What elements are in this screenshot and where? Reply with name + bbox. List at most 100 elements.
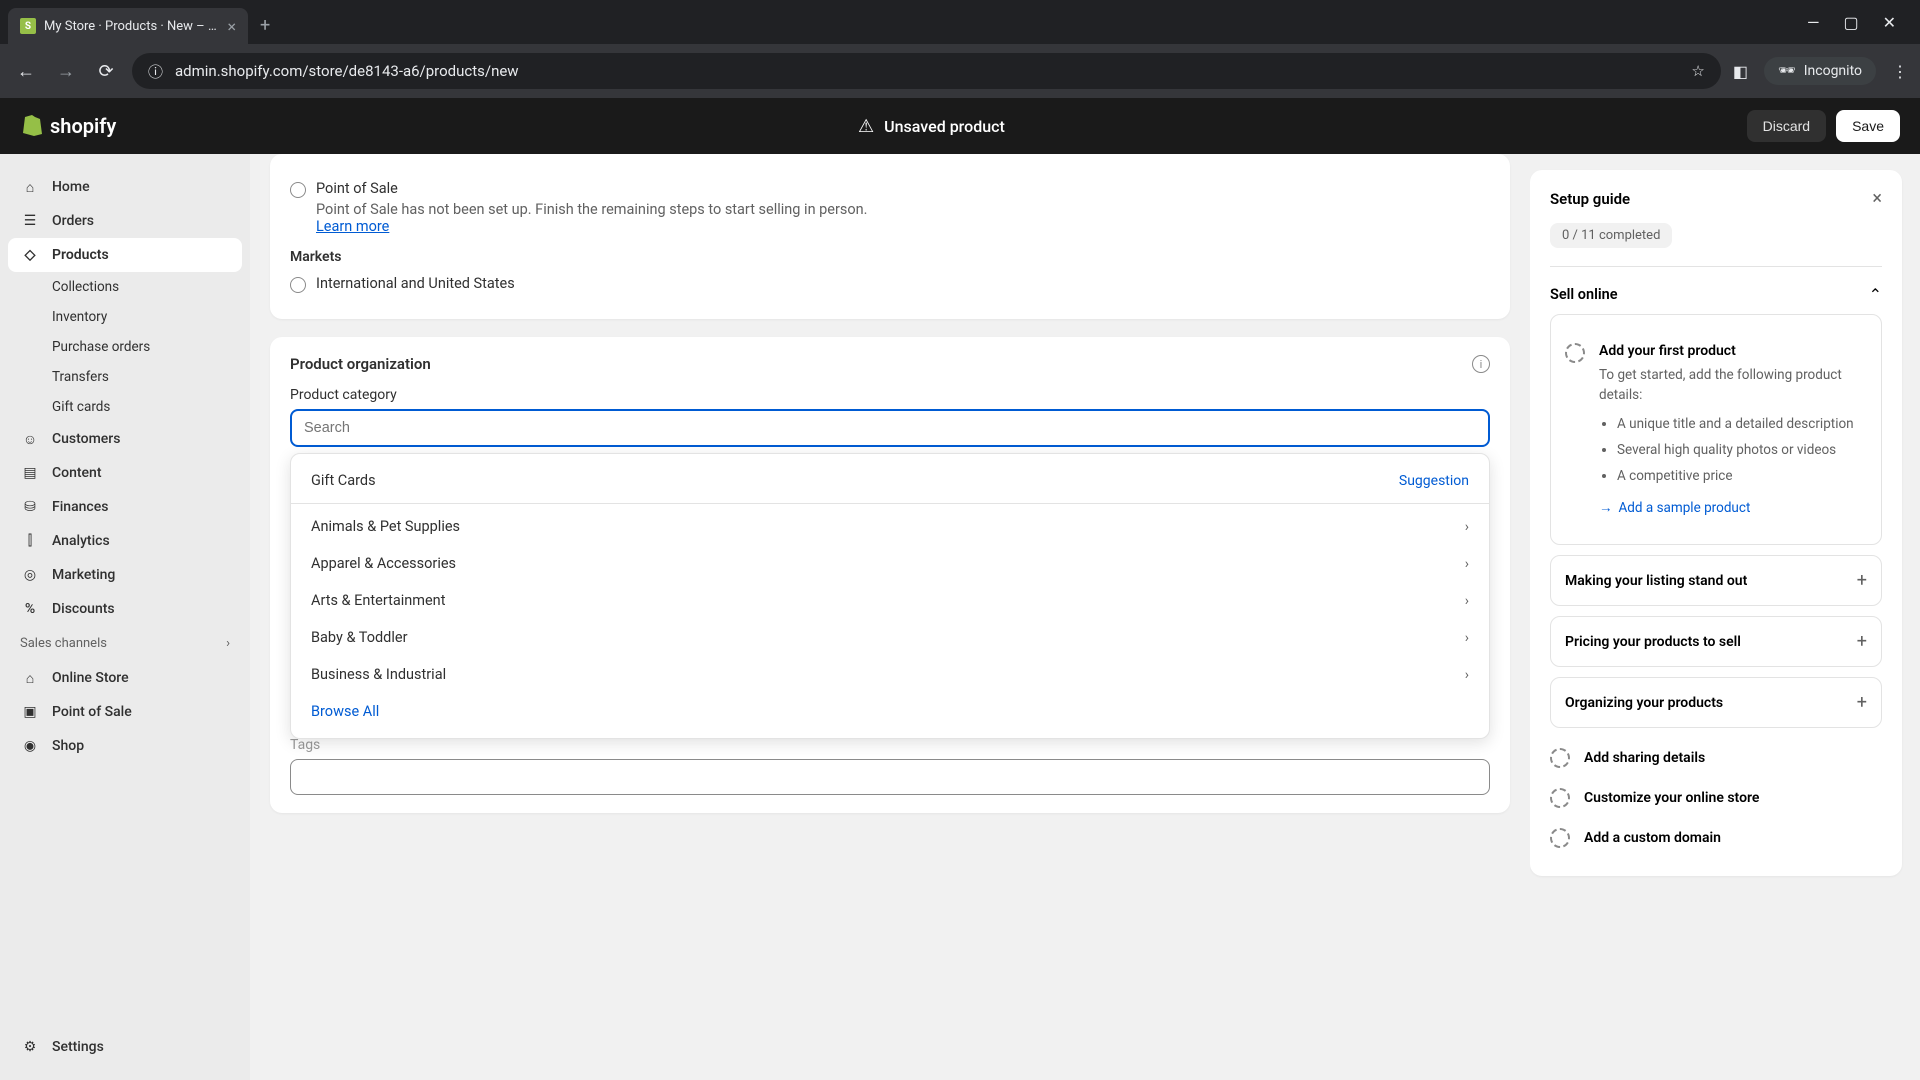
url-bar[interactable]: ⓘ admin.shopify.com/store/de8143-a6/prod… <box>132 53 1721 89</box>
tab-bar: S My Store · Products · New – Sho × + — … <box>0 0 1920 44</box>
suggestion-badge: Suggestion <box>1399 473 1469 489</box>
dropdown-arts[interactable]: Arts & Entertainment › <box>291 582 1489 619</box>
nav-analytics[interactable]: ⫿ Analytics <box>8 524 242 558</box>
chevron-up-icon: ⌃ <box>1869 285 1882 304</box>
task-checkbox[interactable] <box>1550 828 1570 848</box>
task-checkbox[interactable] <box>1550 788 1570 808</box>
incognito-badge[interactable]: 🕶 Incognito <box>1764 57 1876 85</box>
marketing-icon: ◎ <box>20 565 40 585</box>
close-setup-icon[interactable]: × <box>1872 188 1882 209</box>
customize-task[interactable]: Customize your online store <box>1550 778 1882 818</box>
nav-home[interactable]: ⌂ Home <box>8 170 242 204</box>
pos-label: Point of Sale <box>316 180 868 197</box>
dropdown-animals[interactable]: Animals & Pet Supplies › <box>291 508 1489 545</box>
pos-icon: ▣ <box>20 702 40 722</box>
nav-content[interactable]: ▤ Content <box>8 456 242 490</box>
nav-inventory[interactable]: Inventory <box>8 302 242 332</box>
pos-checkbox[interactable] <box>290 182 306 198</box>
learn-more-link[interactable]: Learn more <box>316 218 389 235</box>
nav-online-store[interactable]: ⌂ Online Store <box>8 661 242 695</box>
chevron-right-icon: › <box>1465 593 1469 609</box>
chevron-right-icon: › <box>1465 667 1469 683</box>
extensions-icon[interactable]: ◧ <box>1733 62 1748 81</box>
products-icon: ◇ <box>20 245 40 265</box>
markets-label: Markets <box>290 249 1490 265</box>
chevron-right-icon: › <box>226 636 230 651</box>
back-button[interactable]: ← <box>12 61 40 82</box>
task-checkbox[interactable] <box>1565 343 1585 363</box>
nav-orders[interactable]: ☰ Orders <box>8 204 242 238</box>
domain-task[interactable]: Add a custom domain <box>1550 818 1882 858</box>
shop-icon: ◉ <box>20 736 40 756</box>
organization-title: Product organization <box>290 355 431 373</box>
finances-icon: ⛁ <box>20 497 40 517</box>
nav-point-of-sale[interactable]: ▣ Point of Sale <box>8 695 242 729</box>
setup-guide-title: Setup guide <box>1550 190 1630 208</box>
close-window-icon[interactable]: ✕ <box>1883 13 1896 32</box>
progress-indicator: 0 / 11 completed <box>1550 223 1672 248</box>
nav-finances[interactable]: ⛁ Finances <box>8 490 242 524</box>
chevron-right-icon: › <box>1465 556 1469 572</box>
dropdown-apparel[interactable]: Apparel & Accessories › <box>291 545 1489 582</box>
shopify-favicon: S <box>20 18 36 34</box>
reload-button[interactable]: ⟳ <box>92 61 120 82</box>
nav-shop[interactable]: ◉ Shop <box>8 729 242 763</box>
dropdown-baby[interactable]: Baby & Toddler › <box>291 619 1489 656</box>
browser-tab[interactable]: S My Store · Products · New – Sho × <box>8 8 248 44</box>
markets-checkbox-row[interactable]: International and United States <box>290 275 1490 293</box>
site-info-icon[interactable]: ⓘ <box>148 61 163 82</box>
minimize-icon[interactable]: — <box>1807 13 1820 32</box>
nav-purchase-orders[interactable]: Purchase orders <box>8 332 242 362</box>
dropdown-gift-cards[interactable]: Gift Cards Suggestion <box>291 462 1489 499</box>
bookmark-icon[interactable]: ☆ <box>1691 62 1704 80</box>
save-button[interactable]: Save <box>1836 110 1900 142</box>
organizing-task[interactable]: Organizing your products + <box>1550 677 1882 728</box>
sell-online-section[interactable]: Sell online ⌃ <box>1550 285 1882 304</box>
new-tab-button[interactable]: + <box>248 7 282 44</box>
discard-button[interactable]: Discard <box>1747 110 1826 142</box>
info-icon[interactable]: i <box>1472 355 1490 373</box>
sales-channels-header[interactable]: Sales channels › <box>8 626 242 661</box>
making-listing-task[interactable]: Making your listing stand out + <box>1550 555 1882 606</box>
setup-guide-panel: Setup guide × 0 / 11 completed Sell onli… <box>1530 154 1920 1080</box>
nav-settings[interactable]: ⚙ Settings <box>8 1030 242 1064</box>
plus-icon: + <box>1857 631 1867 652</box>
arrow-right-icon: → <box>1599 500 1613 516</box>
markets-checkbox[interactable] <box>290 277 306 293</box>
nav-customers[interactable]: ☺ Customers <box>8 422 242 456</box>
warning-icon: ⚠ <box>858 116 874 137</box>
task-checkbox[interactable] <box>1550 748 1570 768</box>
window-controls: — ▢ ✕ <box>1791 13 1912 32</box>
top-bar: shopify ⚠ Unsaved product Discard Save <box>0 98 1920 154</box>
nav-products[interactable]: ◇ Products <box>8 238 242 272</box>
gear-icon: ⚙ <box>20 1037 40 1057</box>
tags-label: Tags <box>290 737 1490 753</box>
sidebar: ⌂ Home ☰ Orders ◇ Products Collections I… <box>0 154 250 1080</box>
nav-collections[interactable]: Collections <box>8 272 242 302</box>
plus-icon: + <box>1857 692 1867 713</box>
browser-menu-icon[interactable]: ⋮ <box>1892 62 1908 81</box>
shopify-logo[interactable]: shopify <box>20 114 116 138</box>
add-product-task: Add your first product To get started, a… <box>1550 314 1882 545</box>
nav-transfers[interactable]: Transfers <box>8 362 242 392</box>
tab-title: My Store · Products · New – Sho <box>44 19 219 34</box>
forward-button[interactable]: → <box>52 61 80 82</box>
nav-gift-cards[interactable]: Gift cards <box>8 392 242 422</box>
maximize-icon[interactable]: ▢ <box>1843 13 1858 32</box>
tab-close-icon[interactable]: × <box>227 17 236 36</box>
sharing-task[interactable]: Add sharing details <box>1550 738 1882 778</box>
nav-discounts[interactable]: % Discounts <box>8 592 242 626</box>
tags-input[interactable] <box>290 759 1490 795</box>
pos-checkbox-row[interactable]: Point of Sale Point of Sale has not been… <box>290 180 1490 235</box>
dropdown-business[interactable]: Business & Industrial › <box>291 656 1489 693</box>
browser-chrome: S My Store · Products · New – Sho × + — … <box>0 0 1920 98</box>
nav-marketing[interactable]: ◎ Marketing <box>8 558 242 592</box>
store-icon: ⌂ <box>20 668 40 688</box>
pricing-task[interactable]: Pricing your products to sell + <box>1550 616 1882 667</box>
category-label: Product category <box>290 387 1490 403</box>
shopify-logo-icon <box>20 114 44 138</box>
add-sample-product-link[interactable]: → Add a sample product <box>1599 500 1867 516</box>
browse-all-link[interactable]: Browse All <box>291 693 1489 730</box>
setup-guide-card: Setup guide × 0 / 11 completed Sell onli… <box>1530 170 1902 876</box>
category-search-input[interactable] <box>290 409 1490 447</box>
